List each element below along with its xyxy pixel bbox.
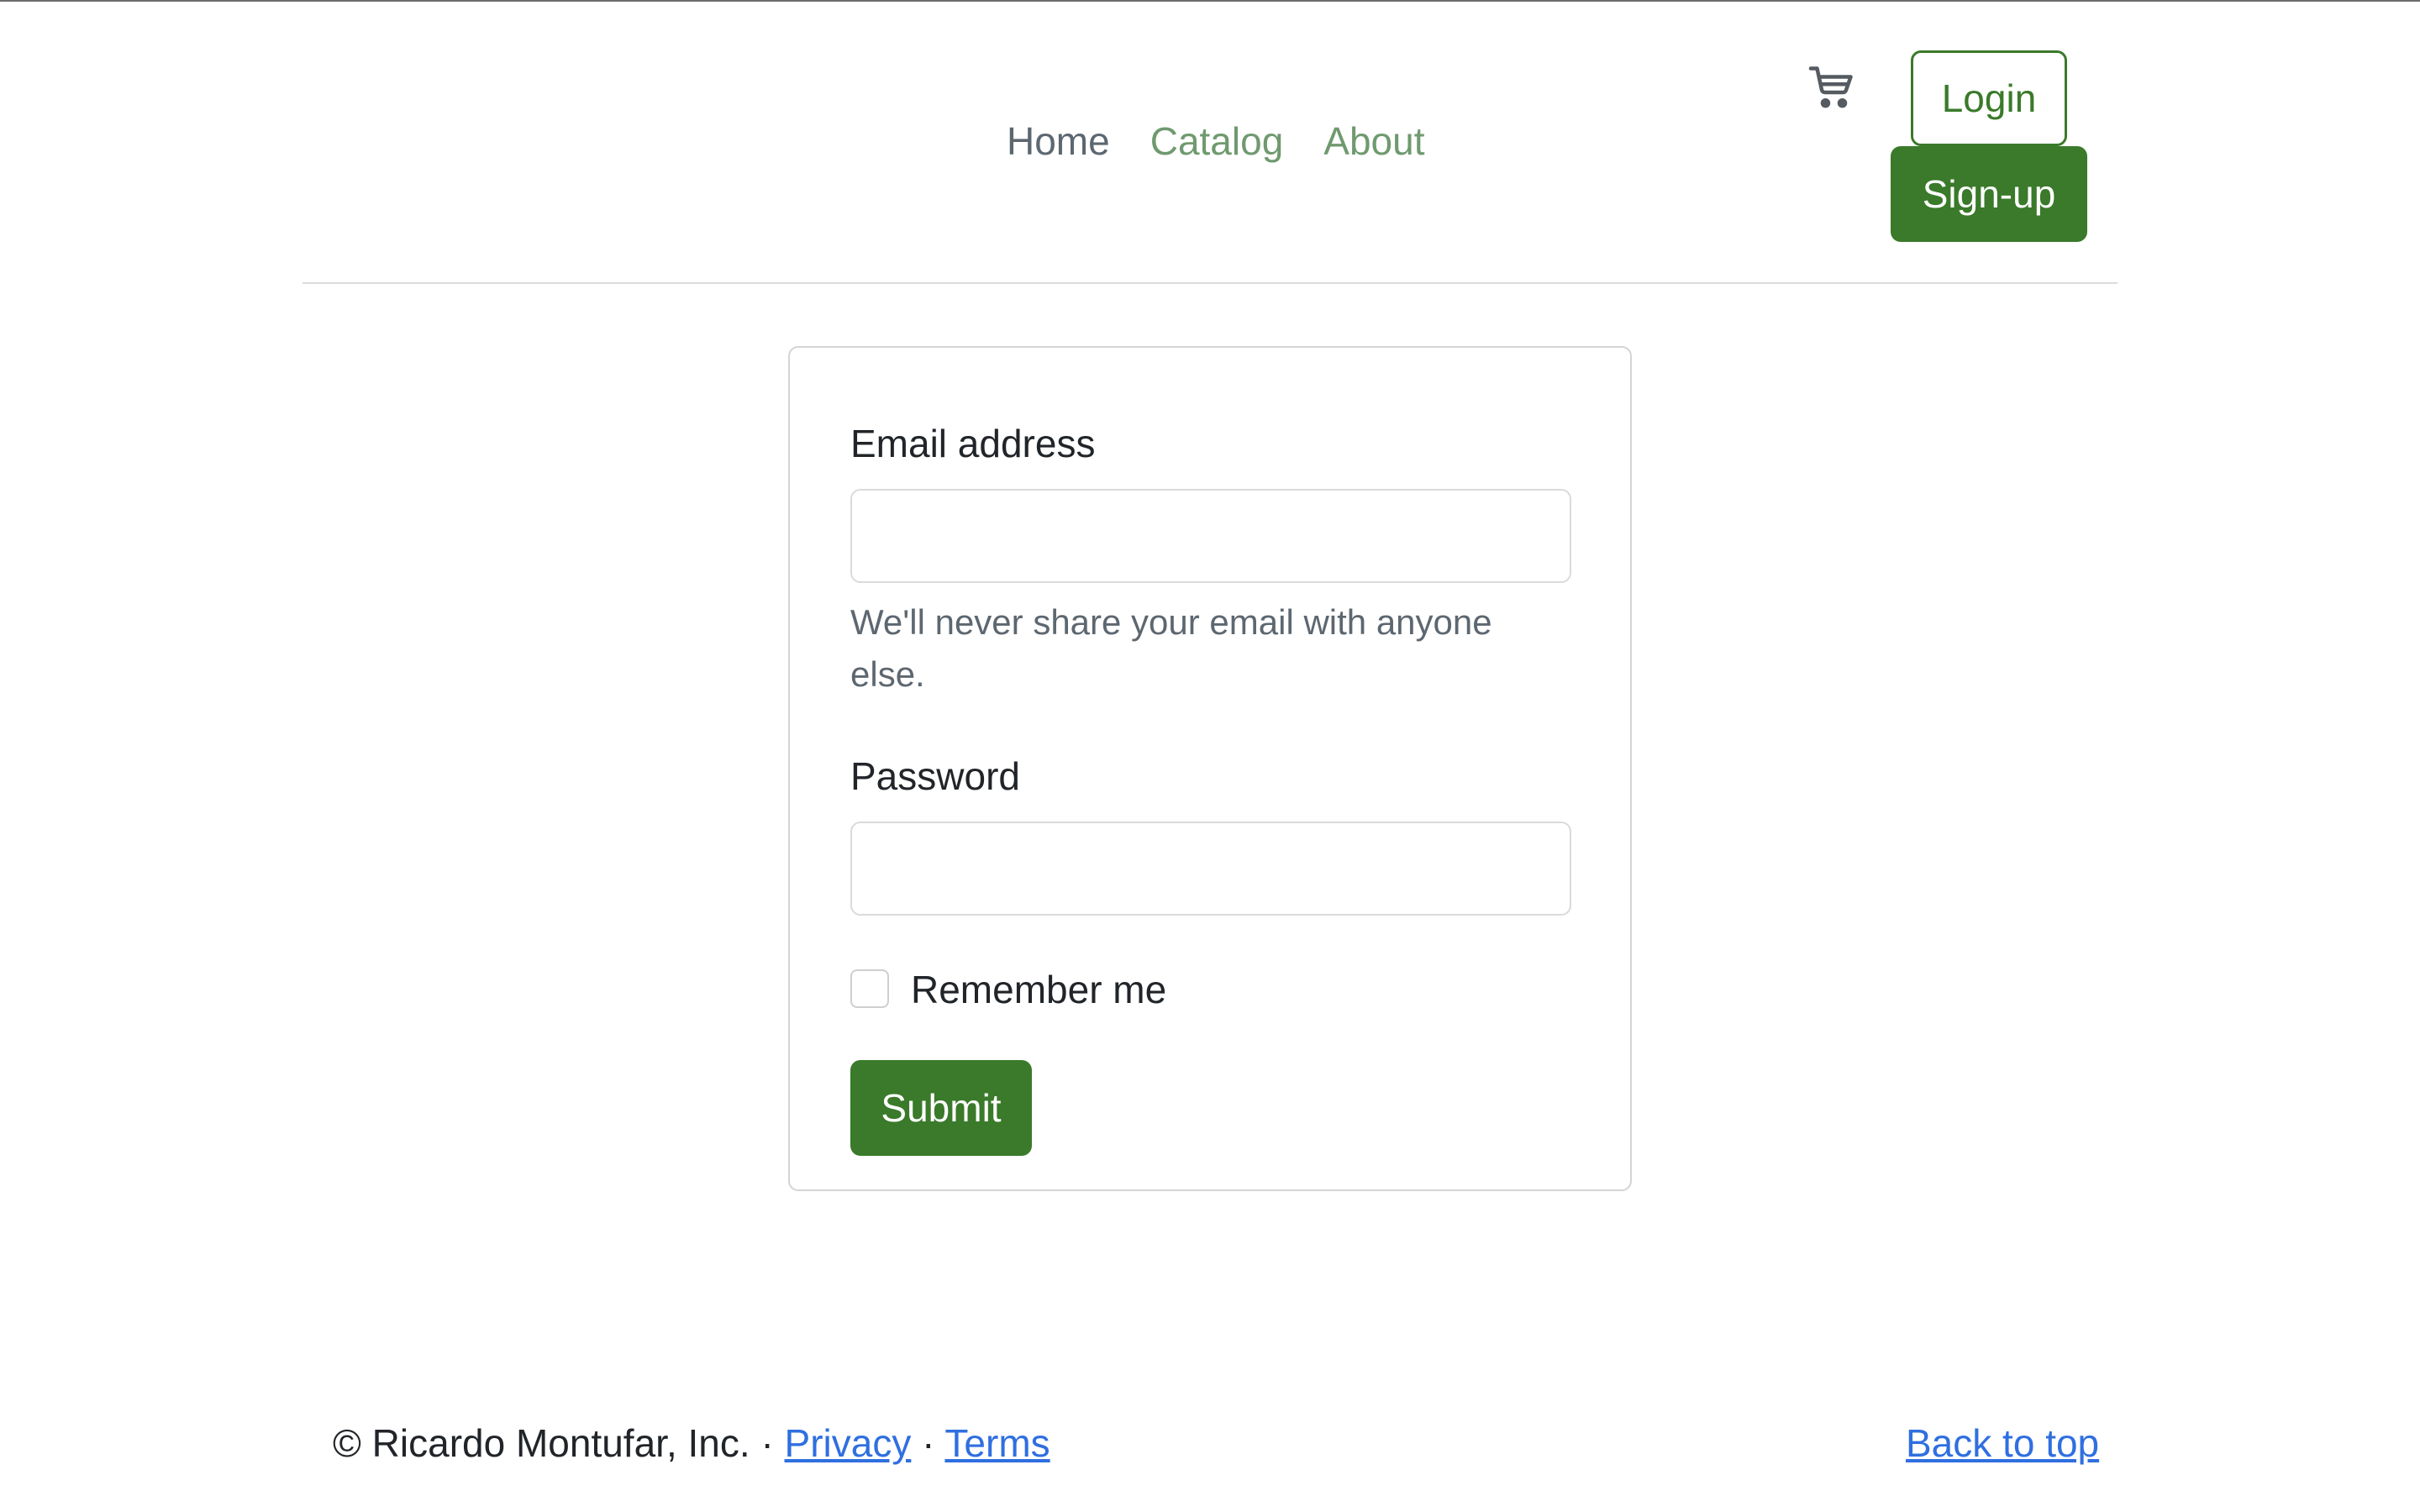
nav-about-link[interactable]: About bbox=[1323, 118, 1424, 165]
nav-catalog-link[interactable]: Catalog bbox=[1150, 118, 1284, 165]
email-help-text: We'll never share your email with anyone… bbox=[850, 602, 1492, 694]
login-form-card: Email address We'll never share your ema… bbox=[788, 346, 1632, 1191]
signup-button[interactable]: Sign-up bbox=[1891, 146, 2087, 242]
footer-separator: · bbox=[760, 1421, 774, 1465]
email-label: Email address bbox=[850, 422, 1096, 465]
remember-me-checkbox[interactable] bbox=[850, 969, 889, 1008]
copyright-text: © Ricardo Montufar, Inc. bbox=[333, 1421, 750, 1465]
header-divider bbox=[302, 282, 2118, 284]
email-field[interactable] bbox=[850, 489, 1571, 583]
nav-home-link[interactable]: Home bbox=[1007, 118, 1110, 165]
terms-link[interactable]: Terms bbox=[944, 1421, 1050, 1465]
main-nav: Home Catalog About bbox=[1007, 118, 1425, 165]
password-label: Password bbox=[850, 754, 1020, 798]
privacy-link[interactable]: Privacy bbox=[785, 1421, 912, 1465]
password-field[interactable] bbox=[850, 822, 1571, 916]
back-to-top-link[interactable]: Back to top bbox=[1906, 1420, 2099, 1467]
submit-button[interactable]: Submit bbox=[850, 1060, 1032, 1156]
footer-separator: · bbox=[922, 1421, 935, 1465]
remember-me-label: Remember me bbox=[911, 968, 1167, 1011]
top-border bbox=[0, 0, 2420, 2]
login-button[interactable]: Login bbox=[1911, 50, 2067, 146]
footer-left: © Ricardo Montufar, Inc. · Privacy · Ter… bbox=[333, 1420, 1050, 1467]
cart-icon[interactable] bbox=[1807, 62, 1857, 113]
